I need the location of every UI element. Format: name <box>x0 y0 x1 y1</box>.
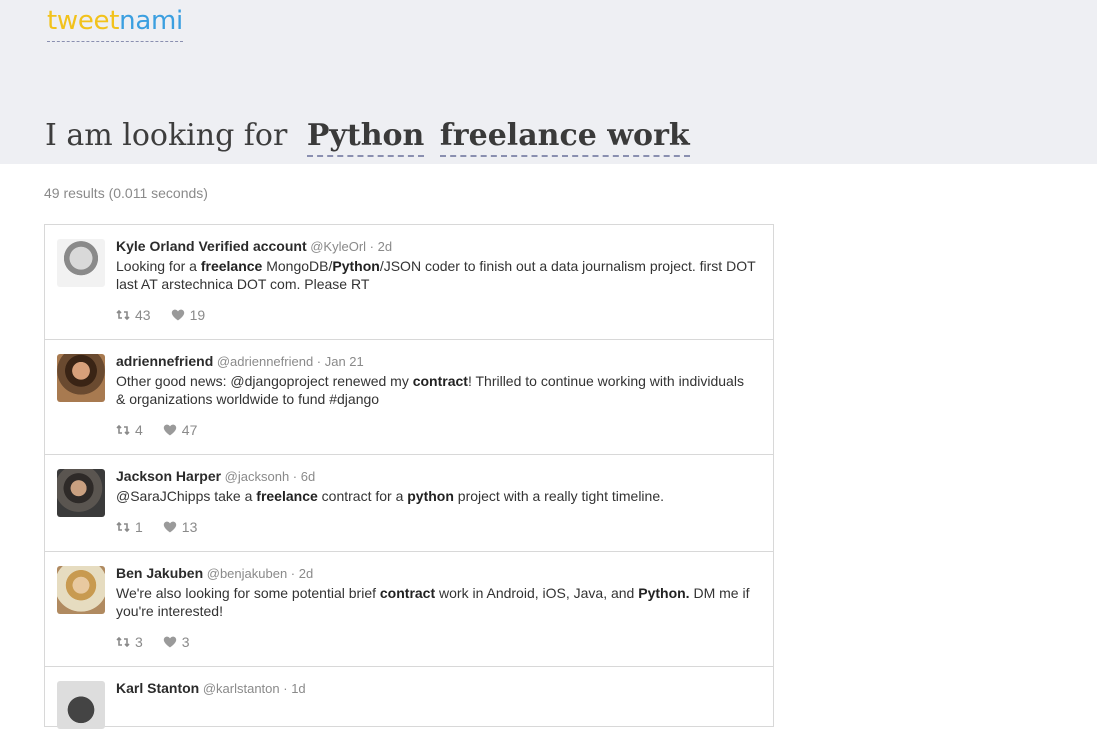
avatar[interactable] <box>57 566 105 614</box>
tweet-body: Kyle Orland Verified account @KyleOrl · … <box>116 237 756 293</box>
tweet-header: adriennefriend @adriennefriend · Jan 21 <box>116 352 756 371</box>
tweet-body: adriennefriend @adriennefriend · Jan 21 O… <box>116 352 756 408</box>
tweet-body: Jackson Harper @jacksonh · 6d @SaraJChipp… <box>116 467 756 505</box>
retweet-button[interactable]: 1 <box>116 519 143 535</box>
retweet-icon <box>116 521 135 533</box>
page-header: tweetnami I am looking for Python freela… <box>0 0 1097 164</box>
retweet-count: 43 <box>135 307 151 323</box>
heart-icon <box>163 636 182 648</box>
tweet-results-list: Kyle Orland Verified account @KyleOrl · … <box>44 224 774 729</box>
tweet-timestamp[interactable]: · Jan 21 <box>313 354 364 369</box>
search-headline: I am looking for Python freelance work <box>45 116 696 160</box>
author-handle[interactable]: @karlstanton <box>199 681 280 696</box>
tweet-actions: 4 47 <box>116 422 217 438</box>
author-handle[interactable]: @KyleOrl <box>307 239 366 254</box>
tweet-timestamp[interactable]: · 2d <box>366 239 392 254</box>
like-button[interactable]: 13 <box>163 519 198 535</box>
tweet-text: Other good news: @djangoproject renewed … <box>116 373 744 407</box>
like-button[interactable]: 19 <box>171 307 206 323</box>
like-button[interactable]: 47 <box>163 422 198 438</box>
heart-icon <box>171 309 190 321</box>
retweet-icon <box>116 636 135 648</box>
author-handle-and-time[interactable]: @benjakuben · 2d <box>203 566 313 581</box>
tweet-item[interactable]: Kyle Orland Verified account @KyleOrl · … <box>45 225 773 340</box>
tweet-body: Karl Stanton @karlstanton · 1d <box>116 679 756 698</box>
author-handle-and-time[interactable]: @adriennefriend · Jan 21 <box>213 354 364 369</box>
author-handle[interactable]: @benjakuben <box>203 566 287 581</box>
author-name[interactable]: Jackson Harper <box>116 468 221 484</box>
avatar[interactable] <box>57 469 105 517</box>
logo-part-nami: nami <box>119 6 183 36</box>
tweet-text: Looking for a freelance MongoDB/Python/J… <box>116 258 756 292</box>
tweet-item[interactable]: Karl Stanton @karlstanton · 1d <box>45 667 773 729</box>
like-count: 13 <box>181 519 198 535</box>
retweet-icon <box>116 424 135 436</box>
author-name[interactable]: Ben Jakuben <box>116 565 203 581</box>
retweet-count: 1 <box>135 519 143 535</box>
tweet-item[interactable]: Jackson Harper @jacksonh · 6d @SaraJChipp… <box>45 455 773 552</box>
like-count: 47 <box>181 422 198 438</box>
author-name[interactable]: adriennefriend <box>116 353 213 369</box>
retweet-count: 3 <box>135 634 143 650</box>
tweet-text: @SaraJChipps take a freelance contract f… <box>116 488 664 504</box>
author-handle-and-time[interactable]: @karlstanton · 1d <box>199 681 306 696</box>
tweet-timestamp[interactable]: · 6d <box>289 469 315 484</box>
tweet-item[interactable]: Ben Jakuben @benjakuben · 2d We're also l… <box>45 552 773 667</box>
author-handle[interactable]: @jacksonh <box>221 469 290 484</box>
like-count: 19 <box>189 307 206 323</box>
author-handle-and-time[interactable]: @KyleOrl · 2d <box>307 239 392 254</box>
tweet-actions: 1 13 <box>116 519 217 535</box>
tweet-header: Ben Jakuben @benjakuben · 2d <box>116 564 756 583</box>
heart-icon <box>163 424 182 436</box>
tweet-text: We're also looking for some potential br… <box>116 585 750 619</box>
tweet-header: Karl Stanton @karlstanton · 1d <box>116 679 756 698</box>
author-name[interactable]: Kyle Orland Verified account <box>116 238 307 254</box>
retweet-count: 4 <box>135 422 143 438</box>
author-handle-and-time[interactable]: @jacksonh · 6d <box>221 469 316 484</box>
tweetnami-logo[interactable]: tweetnami <box>47 4 183 42</box>
retweet-button[interactable]: 3 <box>116 634 143 650</box>
heart-icon <box>163 521 182 533</box>
logo-part-tweet: tweet <box>47 6 120 36</box>
search-term-worktype[interactable]: freelance work <box>439 119 690 157</box>
tweet-body: Ben Jakuben @benjakuben · 2d We're also l… <box>116 564 756 620</box>
results-summary: 49 results (0.011 seconds) <box>44 185 208 201</box>
tweet-actions: 43 19 <box>116 307 225 323</box>
search-term-language[interactable]: Python <box>306 119 425 157</box>
avatar[interactable] <box>57 239 105 287</box>
like-count: 3 <box>181 634 190 650</box>
tweet-item[interactable]: adriennefriend @adriennefriend · Jan 21 O… <box>45 340 773 455</box>
avatar[interactable] <box>57 354 105 402</box>
retweet-button[interactable]: 43 <box>116 307 151 323</box>
tweet-header: Jackson Harper @jacksonh · 6d <box>116 467 756 486</box>
author-name[interactable]: Karl Stanton <box>116 680 199 696</box>
like-button[interactable]: 3 <box>163 634 190 650</box>
avatar[interactable] <box>57 681 105 729</box>
tweet-header: Kyle Orland Verified account @KyleOrl · … <box>116 237 756 256</box>
retweet-button[interactable]: 4 <box>116 422 143 438</box>
tweet-timestamp[interactable]: · 2d <box>287 566 313 581</box>
author-handle[interactable]: @adriennefriend <box>213 354 313 369</box>
retweet-icon <box>116 309 135 321</box>
tweet-actions: 33 <box>116 634 210 650</box>
search-prefix: I am looking for <box>45 118 288 153</box>
tweet-timestamp[interactable]: · 1d <box>280 681 305 696</box>
